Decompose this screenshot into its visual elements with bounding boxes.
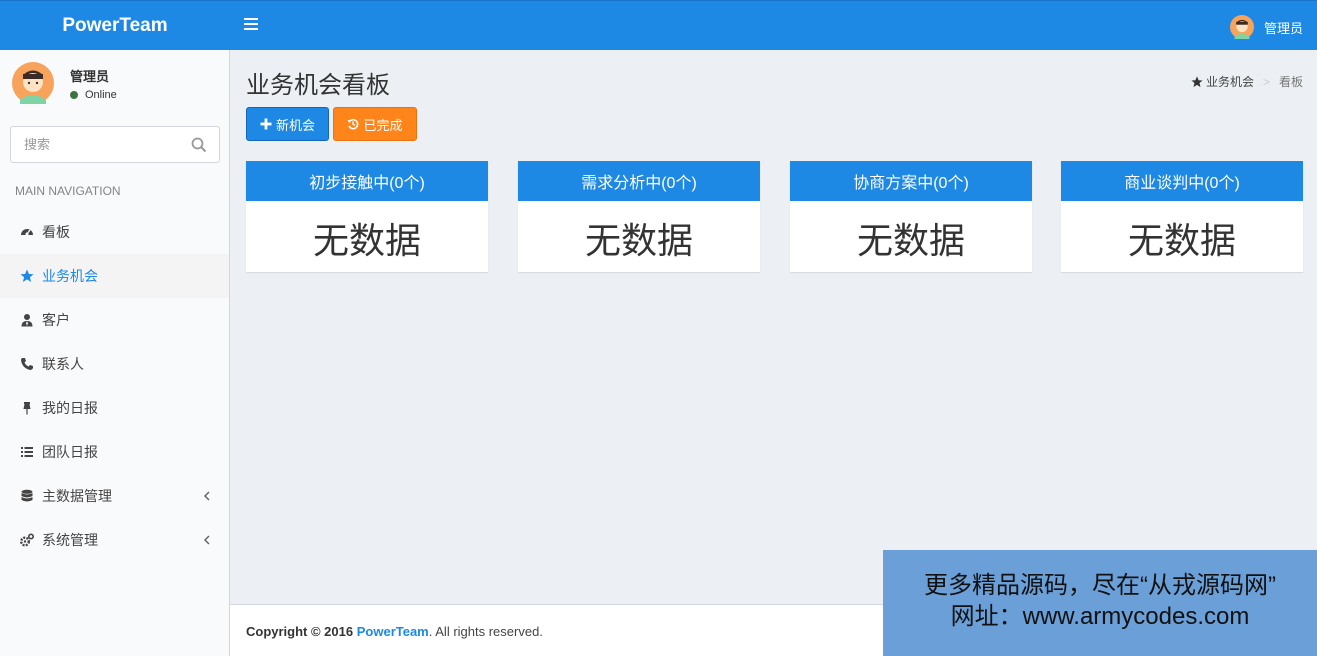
footer-brand-link[interactable]: PowerTeam: [357, 624, 429, 639]
sidebar-item-team-daily-report[interactable]: 团队日报: [0, 430, 229, 474]
database-icon: [20, 489, 34, 503]
sidebar-toggle-icon[interactable]: [244, 18, 258, 32]
sidebar-item-system-settings[interactable]: 系统管理: [0, 518, 229, 562]
phone-icon: [20, 357, 34, 371]
sidebar-search: [10, 126, 220, 163]
sidebar-item-label: 主数据管理: [42, 488, 112, 504]
watermark-line2: 网址：www.armycodes.com: [950, 603, 1250, 630]
user-tie-icon: [20, 313, 34, 327]
star-icon: [20, 269, 34, 283]
breadcrumb-separator: >: [1262, 74, 1270, 89]
completed-label: 已完成: [363, 117, 403, 133]
chevron-left-icon: [203, 491, 210, 501]
kanban-empty-text: 无数据: [856, 219, 965, 261]
user-name: 管理员: [70, 69, 110, 84]
sidebar-item-label: 联系人: [42, 356, 84, 372]
kanban-column-needs-analysis: 需求分析中(0个) 无数据: [518, 161, 760, 272]
sidebar-item-contacts[interactable]: 联系人: [0, 342, 229, 386]
history-icon: [347, 118, 359, 130]
brand-logo[interactable]: PowerTeam: [0, 1, 230, 51]
user-panel: 管理员 Online: [12, 62, 222, 108]
search-icon[interactable]: [191, 137, 207, 153]
kanban-column-initial-contact: 初步接触中(0个) 无数据: [246, 161, 488, 272]
page-title: 业务机会看板: [246, 72, 390, 99]
top-header: PowerTeam 管理员: [0, 0, 1317, 50]
search-input[interactable]: [11, 127, 181, 162]
plus-icon: [260, 118, 272, 130]
new-opportunity-button[interactable]: 新机会: [246, 107, 329, 141]
completed-button[interactable]: 已完成: [333, 107, 417, 141]
kanban-column-negotiation: 商业谈判中(0个) 无数据: [1061, 161, 1303, 272]
sidebar-menu: 看板 业务机会 客户 联系人 我的日报 团队日报 主数据管理 系统管理: [0, 210, 229, 562]
user-menu[interactable]: 管理员: [1229, 15, 1303, 39]
avatar-icon: [1229, 15, 1254, 39]
watermark-banner: 更多精品源码，尽在“从戎源码网” 网址：www.armycodes.com: [883, 550, 1317, 656]
user-menu-name: 管理员: [1263, 20, 1303, 36]
dashboard-icon: [20, 225, 34, 239]
kanban-empty-text: 无数据: [1127, 219, 1236, 261]
breadcrumb-parent[interactable]: 业务机会: [1206, 73, 1254, 90]
sidebar: 管理员 Online MAIN NAVIGATION 看板 业务机会: [0, 50, 230, 656]
list-icon: [20, 445, 34, 459]
user-status: Online: [70, 89, 117, 101]
sidebar-item-label: 看板: [42, 224, 70, 240]
cogs-icon: [20, 533, 34, 547]
breadcrumb-current: 看板: [1278, 75, 1303, 89]
kanban-column-proposal: 协商方案中(0个) 无数据: [790, 161, 1032, 272]
chevron-left-icon: [203, 535, 210, 545]
pin-icon: [20, 401, 34, 415]
watermark-line1: 更多精品源码，尽在“从戎源码网”: [924, 572, 1276, 599]
sidebar-item-label: 业务机会: [42, 268, 98, 284]
sidebar-item-master-data[interactable]: 主数据管理: [0, 474, 229, 518]
kanban-column-title: 需求分析中(0个): [518, 161, 760, 201]
avatar-icon: [12, 62, 54, 104]
breadcrumb: 业务机会 > 看板: [1191, 73, 1303, 90]
copyright-text: Copyright © 2016: [246, 624, 354, 639]
online-dot-icon: [70, 91, 78, 99]
user-status-label: Online: [85, 89, 117, 101]
new-opportunity-label: 新机会: [275, 117, 315, 133]
kanban-column-title: 协商方案中(0个): [790, 161, 1032, 201]
footer-copyright: Copyright © 2016 PowerTeam. All rights r…: [246, 624, 543, 639]
sidebar-item-opportunities[interactable]: 业务机会: [0, 254, 229, 298]
sidebar-item-my-daily-report[interactable]: 我的日报: [0, 386, 229, 430]
kanban-column-title: 商业谈判中(0个): [1061, 161, 1303, 201]
footer-rights: . All rights reserved.: [428, 624, 543, 639]
nav-header: MAIN NAVIGATION: [15, 184, 121, 198]
kanban-empty-text: 无数据: [584, 219, 693, 261]
sidebar-item-label: 系统管理: [42, 532, 98, 548]
star-icon: [1191, 75, 1203, 87]
sidebar-item-label: 团队日报: [42, 444, 98, 460]
sidebar-item-label: 客户: [42, 312, 70, 328]
sidebar-item-customers[interactable]: 客户: [0, 298, 229, 342]
sidebar-item-dashboard[interactable]: 看板: [0, 210, 229, 254]
kanban-column-title: 初步接触中(0个): [246, 161, 488, 201]
kanban-empty-text: 无数据: [312, 219, 421, 261]
sidebar-item-label: 我的日报: [42, 400, 98, 416]
